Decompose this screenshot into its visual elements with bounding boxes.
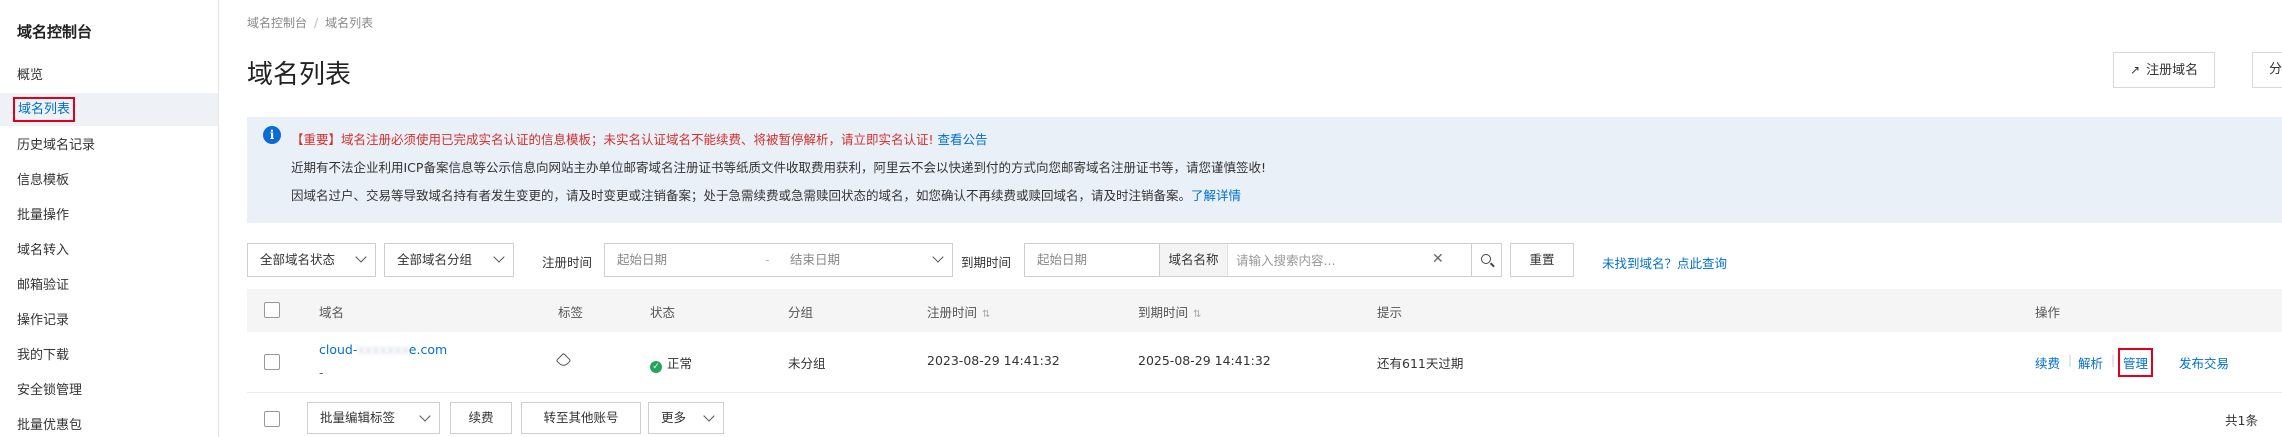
group-button[interactable]: 分组 xyxy=(2252,52,2282,88)
col-ops: 操作 xyxy=(2035,305,2061,320)
table-header: 域名 标签 状态 分组 注册时间 ⇅ 到期时间 ⇅ 提示 操作 xyxy=(247,289,2282,332)
check-circle-icon: ✓ xyxy=(650,361,662,373)
sidebar-item-batch[interactable]: 批量操作 xyxy=(0,199,218,232)
chevron-down-icon xyxy=(419,410,431,422)
notice-line-warning: 近期有不法企业利用ICP备案信息等公示信息向网站主办单位邮寄域名注册证书等纸质文… xyxy=(291,160,1266,175)
exp-time-cell: 2025-08-29 14:41:32 xyxy=(1138,353,1271,368)
col-hint: 提示 xyxy=(1377,305,1403,320)
domain-sub-text: - xyxy=(319,365,324,380)
bottom-select-all-checkbox[interactable] xyxy=(264,411,280,427)
more-actions-select[interactable]: 更多 xyxy=(648,402,724,434)
search-input[interactable] xyxy=(1236,249,1416,271)
breadcrumb-current: 域名列表 xyxy=(325,16,374,30)
register-domain-button[interactable]: ↗ 注册域名 xyxy=(2113,52,2216,88)
col-reg-time[interactable]: 注册时间 ⇅ xyxy=(927,302,990,321)
chevron-down-icon xyxy=(932,251,944,263)
exp-time-label: 到期时间 xyxy=(961,255,1012,270)
sidebar-item-templates[interactable]: 信息模板 xyxy=(0,164,218,197)
breadcrumb: 域名控制台 / 域名列表 xyxy=(247,14,373,31)
bulk-renew-button[interactable]: 续费 xyxy=(450,402,512,434)
sort-icon: ⇅ xyxy=(1193,309,1202,320)
sidebar-item-history[interactable]: 历史域名记录 xyxy=(0,129,218,162)
domain-name-link[interactable]: cloud-xxxxxxxe.com xyxy=(319,342,447,357)
select-all-checkbox[interactable] xyxy=(264,302,280,318)
sidebar: 域名控制台 概览 域名列表 历史域名记录 信息模板 批量操作 域名转入 邮箱验证… xyxy=(0,0,219,437)
row-checkbox[interactable] xyxy=(264,354,280,370)
reg-time-cell: 2023-08-29 14:41:32 xyxy=(927,353,1060,368)
col-status: 状态 xyxy=(650,305,676,320)
sidebar-item-overview[interactable]: 概览 xyxy=(0,59,218,92)
col-domain: 域名 xyxy=(319,305,345,320)
sort-icon: ⇅ xyxy=(982,309,991,320)
col-exp-time[interactable]: 到期时间 ⇅ xyxy=(1138,302,1201,321)
status-badge: ✓ 正常 xyxy=(650,353,692,373)
table-row: cloud-xxxxxxxe.com - ✓ 正常 未分组 2023-08-29 … xyxy=(247,332,2282,393)
learn-more-link[interactable]: 了解详情 xyxy=(1191,188,1241,203)
publish-trade-link[interactable]: 发布交易 xyxy=(2179,353,2229,372)
renew-link[interactable]: 续费 xyxy=(2035,353,2060,372)
notice-line-important: 【重要】域名注册必须使用已完成实名认证的信息模板；未实名认证域名不能续费、将被暂… xyxy=(291,132,988,147)
sidebar-title: 域名控制台 xyxy=(17,23,93,41)
status-filter-select[interactable]: 全部域名状态 xyxy=(247,243,376,277)
page-title: 域名列表 xyxy=(247,60,352,90)
batch-edit-tags-select[interactable]: 批量编辑标签 xyxy=(307,402,440,434)
notice-line-filing: 因域名过户、交易等导致域名持有者发生变更的，请及时变更或注销备案；处于急需续费或… xyxy=(291,188,1242,203)
chevron-down-icon xyxy=(703,410,715,422)
sidebar-item-email-verify[interactable]: 邮箱验证 xyxy=(0,269,218,302)
total-count: 共1条 xyxy=(2225,413,2258,428)
sidebar-item-discount-pack[interactable]: 批量优惠包 xyxy=(0,409,218,437)
sidebar-item-transfer-in[interactable]: 域名转入 xyxy=(0,234,218,267)
manage-link[interactable]: 管理 xyxy=(2117,348,2154,377)
group-filter-select[interactable]: 全部域名分组 xyxy=(384,243,514,277)
search-field-label: 域名名称 xyxy=(1160,244,1228,276)
group-cell: 未分组 xyxy=(788,356,826,371)
external-link-icon: ↗ xyxy=(2130,63,2141,77)
chevron-down-icon xyxy=(493,251,505,263)
chevron-down-icon xyxy=(355,251,367,263)
reset-button[interactable]: 重置 xyxy=(1510,243,1574,277)
edit-tag-button[interactable] xyxy=(555,352,572,369)
transfer-account-button[interactable]: 转至其他账号 xyxy=(521,402,641,434)
expiry-hint-cell: 还有611天过期 xyxy=(1377,356,1464,371)
col-tag: 标签 xyxy=(558,305,584,320)
view-announcement-link[interactable]: 查看公告 xyxy=(938,132,988,147)
reg-date-range[interactable]: 起始日期 - 结束日期 xyxy=(604,243,953,277)
tag-icon xyxy=(555,352,572,369)
info-icon: i xyxy=(263,126,281,144)
sidebar-item-operation-log[interactable]: 操作记录 xyxy=(0,304,218,337)
breadcrumb-separator: / xyxy=(314,16,319,30)
reg-time-label: 注册时间 xyxy=(542,255,593,270)
resolve-link[interactable]: 解析 xyxy=(2078,353,2103,372)
clear-icon[interactable]: ✕ xyxy=(1432,251,1444,267)
search-button[interactable] xyxy=(1472,243,1502,277)
sidebar-item-security-lock[interactable]: 安全锁管理 xyxy=(0,374,218,407)
sidebar-item-domain-list[interactable]: 域名列表 xyxy=(0,93,218,126)
breadcrumb-root[interactable]: 域名控制台 xyxy=(247,16,307,30)
col-group: 分组 xyxy=(788,305,814,320)
sidebar-item-downloads[interactable]: 我的下载 xyxy=(0,339,218,372)
domain-search-field: 域名名称 ✕ xyxy=(1159,243,1472,277)
search-icon xyxy=(1481,254,1491,264)
notice-banner: i 【重要】域名注册必须使用已完成实名认证的信息模板；未实名认证域名不能续费、将… xyxy=(247,117,2282,223)
domain-not-found-link[interactable]: 未找到域名？点此查询 xyxy=(1602,253,1727,272)
